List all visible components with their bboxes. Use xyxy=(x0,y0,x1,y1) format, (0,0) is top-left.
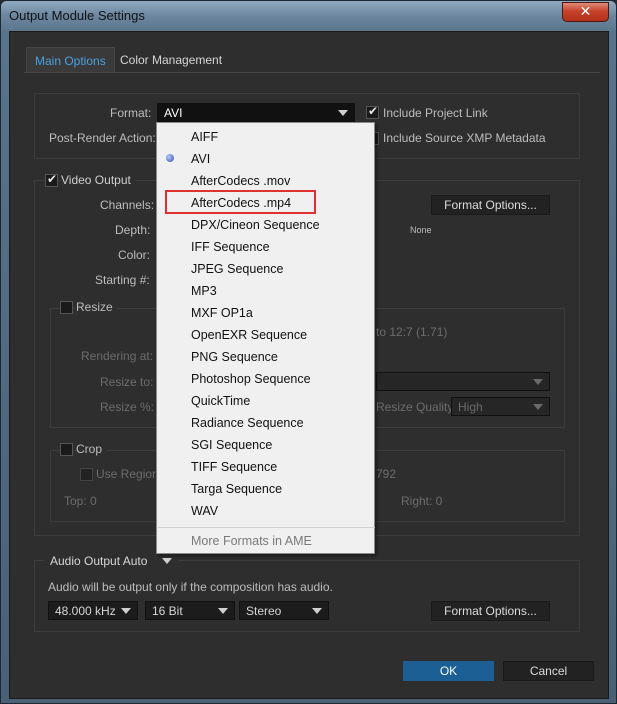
menu-separator xyxy=(158,527,375,528)
highlight-box xyxy=(165,190,316,214)
menu-item-dpx-cineon[interactable]: DPX/Cineon Sequence xyxy=(191,218,320,232)
menu-item-wav[interactable]: WAV xyxy=(191,504,218,518)
include-project-link-label: Include Project Link xyxy=(383,106,488,120)
crop-right-field[interactable]: Right: 0 xyxy=(401,494,442,508)
chevron-down-icon xyxy=(338,110,348,116)
chevron-down-icon xyxy=(533,404,543,410)
format-select-value: AVI xyxy=(164,106,183,120)
resize-to-label: Resize to: xyxy=(100,375,154,389)
sample-rate-value: 48.000 kHz xyxy=(55,604,116,618)
menu-item-radiance[interactable]: Radiance Sequence xyxy=(191,416,304,430)
video-output-checkbox[interactable] xyxy=(45,172,58,187)
chevron-down-icon xyxy=(312,608,322,614)
resize-label: Resize xyxy=(76,300,117,314)
audio-channels-value: Stereo xyxy=(246,604,282,618)
bit-depth-value: 16 Bit xyxy=(152,604,183,618)
resize-checkbox[interactable] xyxy=(60,301,73,314)
audio-note: Audio will be output only if the composi… xyxy=(48,580,333,594)
menu-item-jpeg[interactable]: JPEG Sequence xyxy=(191,262,283,276)
sample-rate-select[interactable]: 48.000 kHz xyxy=(48,601,138,620)
resize-quality-label: Resize Quality: xyxy=(376,400,457,414)
ok-button[interactable]: OK xyxy=(403,661,494,681)
video-output-label: Video Output xyxy=(61,173,135,187)
video-format-options-button[interactable]: Format Options... xyxy=(431,195,550,215)
menu-item-openexr[interactable]: OpenEXR Sequence xyxy=(191,328,307,342)
crop-size-text: 792 xyxy=(376,467,397,481)
menu-item-tiff[interactable]: TIFF Sequence xyxy=(191,460,277,474)
aspect-ratio-text: to 12:7 (1.71) xyxy=(376,325,448,339)
audio-channels-select[interactable]: Stereo xyxy=(239,601,329,620)
depth-label: Depth: xyxy=(115,223,151,237)
resize-quality-value: High xyxy=(458,400,483,414)
none-text: None xyxy=(410,225,432,235)
menu-item-png[interactable]: PNG Sequence xyxy=(191,350,278,364)
window-title: Output Module Settings xyxy=(9,8,145,23)
title-bar[interactable]: Output Module Settings ✕ xyxy=(1,1,616,31)
menu-item-iff[interactable]: IFF Sequence xyxy=(191,240,270,254)
format-dropdown-menu: AIFF AVI AfterCodecs .mov AfterCodecs .m… xyxy=(156,122,375,554)
menu-item-more-formats[interactable]: More Formats in AME xyxy=(191,534,312,548)
use-region-label: Use Region xyxy=(96,467,159,481)
color-label: Color: xyxy=(118,248,151,262)
menu-item-quicktime[interactable]: QuickTime xyxy=(191,394,250,408)
post-render-label: Post-Render Action: xyxy=(49,131,156,145)
crop-checkbox[interactable] xyxy=(60,443,73,456)
use-region-checkbox[interactable] xyxy=(80,468,93,481)
menu-item-avi[interactable]: AVI xyxy=(191,152,210,166)
close-icon: ✕ xyxy=(579,3,592,19)
chevron-down-icon xyxy=(533,379,543,385)
format-label: Format: xyxy=(110,106,152,120)
resize-to-select[interactable] xyxy=(376,372,550,391)
audio-output-value: Audio Output Auto xyxy=(50,554,148,568)
rendering-at-label: Rendering at: xyxy=(81,349,154,363)
include-xmp-label: Include Source XMP Metadata xyxy=(383,131,546,145)
starting-number-label: Starting #: xyxy=(95,273,150,287)
bit-depth-select[interactable]: 16 Bit xyxy=(145,601,235,620)
menu-item-sgi[interactable]: SGI Sequence xyxy=(191,438,272,452)
tab-underline xyxy=(24,72,600,73)
format-select[interactable]: AVI xyxy=(157,103,355,122)
chevron-down-icon xyxy=(162,558,172,564)
audio-format-options-button[interactable]: Format Options... xyxy=(431,601,550,621)
channels-label: Channels: xyxy=(100,198,155,212)
menu-item-photoshop[interactable]: Photoshop Sequence xyxy=(191,372,311,386)
resize-pct-label: Resize %: xyxy=(100,400,155,414)
crop-top-field[interactable]: Top: 0 xyxy=(64,494,97,508)
tab-color-management[interactable]: Color Management xyxy=(112,47,230,73)
menu-item-targa[interactable]: Targa Sequence xyxy=(191,482,282,496)
chevron-down-icon xyxy=(121,608,131,614)
menu-item-aftercodecs-mov[interactable]: AfterCodecs .mov xyxy=(191,174,290,188)
selected-radio-icon xyxy=(166,154,174,162)
crop-label: Crop xyxy=(76,442,107,456)
menu-item-mp3[interactable]: MP3 xyxy=(191,284,217,298)
include-project-link-checkbox[interactable] xyxy=(366,104,379,119)
cancel-button[interactable]: Cancel xyxy=(503,661,594,681)
menu-item-mxf[interactable]: MXF OP1a xyxy=(191,306,253,320)
menu-item-aiff[interactable]: AIFF xyxy=(191,130,218,144)
chevron-down-icon xyxy=(218,608,228,614)
tab-main-options[interactable]: Main Options xyxy=(26,47,115,73)
close-button[interactable]: ✕ xyxy=(562,2,609,22)
resize-quality-select[interactable]: High xyxy=(451,397,550,416)
audio-output-select[interactable]: Audio Output Auto xyxy=(44,552,178,571)
